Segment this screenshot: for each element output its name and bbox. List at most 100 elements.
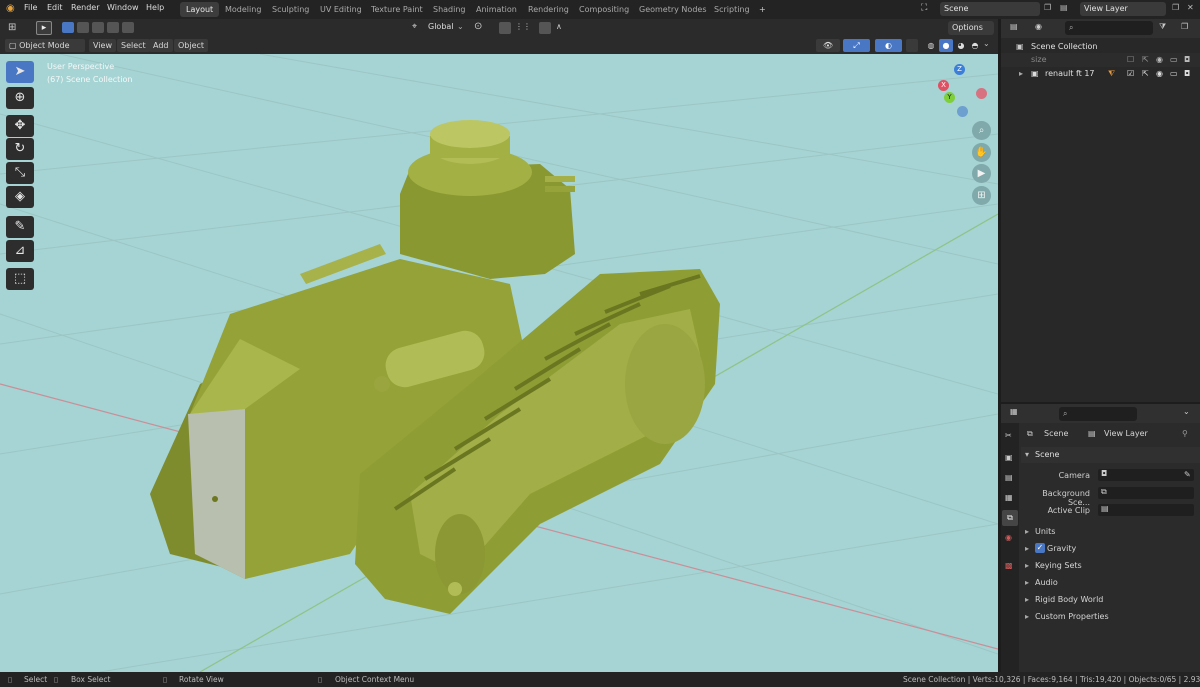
menu-object[interactable]: Object — [174, 39, 209, 52]
scene-selector[interactable]: Scene — [940, 2, 1040, 16]
active-clip-field[interactable]: ▤ — [1098, 504, 1194, 516]
snap-icon[interactable] — [499, 22, 511, 34]
gizmo-toggle-icon[interactable]: ⤢ — [843, 39, 870, 52]
outliner-search-input[interactable]: ⌕ — [1065, 21, 1153, 35]
filter-icon[interactable]: ⧩ — [1159, 22, 1166, 32]
scene-panel-header[interactable]: ▾ Scene — [1021, 447, 1200, 463]
editor-type-icon[interactable]: ⊞ — [8, 22, 16, 33]
blender-logo-icon[interactable]: ◉ — [6, 3, 15, 14]
gizmo-neg-x-axis[interactable] — [976, 88, 987, 99]
tab-rendering[interactable]: Rendering — [522, 2, 575, 17]
add-workspace-button[interactable]: + — [753, 2, 772, 17]
mode-set-icon[interactable] — [62, 22, 74, 33]
camera-field[interactable]: ◘ — [1098, 469, 1194, 481]
mode-invert-icon[interactable] — [107, 22, 119, 33]
menu-add[interactable]: Add — [149, 39, 173, 52]
view-layer-selector[interactable]: View Layer — [1080, 2, 1166, 16]
select-arrow-icon[interactable]: ⇱ — [1142, 67, 1149, 81]
remove-layer-icon[interactable]: ✕ — [1187, 3, 1194, 12]
outliner-row-size[interactable]: size ☐ ⇱ ◉ ▭ ◘ — [1001, 53, 1200, 67]
eyedropper-icon[interactable]: ✎ — [1184, 470, 1191, 479]
tab-layout[interactable]: Layout — [180, 2, 220, 17]
new-collection-icon[interactable]: ❐ — [1181, 22, 1188, 31]
scene-tab-icon[interactable]: ⧉ — [1002, 510, 1018, 526]
monitor-icon[interactable]: ▭ — [1170, 67, 1178, 81]
world-tab-icon[interactable]: ◉ — [1005, 533, 1012, 542]
shading-options-icon[interactable]: ⌄ — [983, 39, 990, 48]
mode-extend-icon[interactable] — [77, 22, 89, 33]
menu-edit[interactable]: Edit — [47, 3, 63, 12]
display-mode-icon[interactable]: ◉ — [1035, 22, 1042, 31]
perspective-toggle-icon[interactable]: ⊞ — [972, 186, 991, 205]
camera-icon[interactable]: ◘ — [1184, 67, 1190, 81]
3d-viewport[interactable]: User Perspective (67) Scene Collection ➤… — [0, 54, 998, 672]
tab-scripting[interactable]: Scripting — [708, 2, 756, 17]
eye-icon[interactable]: ◉ — [1156, 67, 1163, 81]
tab-uv-editing[interactable]: UV Editing — [314, 2, 368, 17]
material-shading-icon[interactable]: ◕ — [954, 39, 968, 52]
expand-icon[interactable]: ▸ — [1019, 67, 1023, 81]
camera-view-icon[interactable]: ▶ — [972, 164, 991, 183]
proportional-edit-icon[interactable] — [539, 22, 551, 34]
object-mode-selector[interactable]: ▢ Object Mode — [5, 39, 85, 52]
keying-sets-section[interactable]: ▸ Keying Sets — [1021, 558, 1200, 573]
outliner-row-scene-collection[interactable]: ▣ Scene Collection — [1001, 40, 1200, 54]
audio-section[interactable]: ▸ Audio — [1021, 575, 1200, 590]
gizmo-z-axis[interactable]: Z — [954, 64, 965, 75]
tab-animation[interactable]: Animation — [470, 2, 523, 17]
overlay-toggle-icon[interactable]: ◐ — [875, 39, 902, 52]
units-section[interactable]: ▸ Units — [1021, 524, 1200, 539]
rigid-body-world-section[interactable]: ▸ Rigid Body World — [1021, 592, 1200, 607]
move-tool-icon[interactable]: ✥ — [6, 115, 34, 137]
measure-tool-icon[interactable]: ⊿ — [6, 240, 34, 262]
render-tab-icon[interactable]: ▣ — [1005, 453, 1013, 462]
checkbox-icon[interactable]: ☑ — [1127, 67, 1134, 81]
custom-properties-section[interactable]: ▸ Custom Properties — [1021, 609, 1200, 624]
xray-toggle-icon[interactable] — [906, 39, 918, 52]
menu-window[interactable]: Window — [107, 3, 139, 12]
tank-model[interactable] — [150, 120, 720, 614]
tab-shading[interactable]: Shading — [427, 2, 472, 17]
mode-subtract-icon[interactable] — [92, 22, 104, 33]
cursor-tool-icon[interactable]: ⊕ — [6, 87, 34, 109]
rotate-tool-icon[interactable]: ↻ — [6, 138, 34, 160]
outliner-editor-icon[interactable]: ▤ — [1010, 22, 1018, 31]
scene-icon[interactable]: ⛶ — [921, 3, 927, 13]
menu-help[interactable]: Help — [146, 3, 164, 12]
copy-layer-icon[interactable]: ❐ — [1172, 3, 1179, 12]
wireframe-shading-icon[interactable]: ◍ — [924, 39, 938, 52]
select-arrow-icon[interactable]: ⇱ — [1142, 53, 1149, 67]
tool-tab-icon[interactable]: ✂ — [1005, 431, 1012, 440]
select-tool-icon[interactable]: ▸ — [36, 21, 52, 35]
gravity-checkbox[interactable]: ✓ — [1035, 543, 1045, 553]
orientation-selector[interactable]: Global — [428, 22, 454, 31]
zoom-icon[interactable]: ⌕ — [972, 121, 991, 140]
menu-file[interactable]: File — [24, 3, 37, 12]
gizmo-neg-z-axis[interactable] — [957, 106, 968, 117]
visibility-icon[interactable]: 👁 — [816, 39, 840, 52]
pan-hand-icon[interactable]: ✋ — [972, 143, 991, 162]
rendered-shading-icon[interactable]: ◓ — [968, 39, 982, 52]
output-tab-icon[interactable]: ▤ — [1005, 473, 1013, 482]
pivot-point-icon[interactable]: ⊙ — [474, 21, 482, 32]
menu-view[interactable]: View — [89, 39, 116, 52]
solid-shading-icon[interactable]: ● — [939, 39, 953, 52]
gravity-section[interactable]: ▸ ✓ Gravity — [1021, 541, 1200, 556]
view-layer-icon[interactable]: ▤ — [1060, 3, 1068, 12]
tab-modeling[interactable]: Modeling — [219, 2, 267, 17]
add-cube-tool-icon[interactable]: ⬚ — [6, 268, 34, 290]
snap-target-icon[interactable]: ⋮⋮ — [515, 22, 531, 31]
mode-intersect-icon[interactable] — [122, 22, 134, 33]
background-scene-field[interactable]: ⧉ — [1098, 487, 1194, 499]
camera-icon[interactable]: ◘ — [1184, 53, 1190, 67]
transform-tool-icon[interactable]: ◈ — [6, 186, 34, 208]
menu-select[interactable]: Select — [117, 39, 150, 52]
options-button[interactable]: Options — [948, 21, 994, 35]
properties-editor-icon[interactable]: ▦ — [1010, 407, 1018, 416]
navigation-gizmo[interactable]: Z X Y — [935, 62, 991, 118]
monitor-icon[interactable]: ▭ — [1170, 53, 1178, 67]
texture-tab-icon[interactable]: ▩ — [1005, 561, 1013, 570]
eye-icon[interactable]: ◉ — [1156, 53, 1163, 67]
chevron-down-icon[interactable]: ⌄ — [1183, 407, 1190, 416]
gizmo-y-axis[interactable]: Y — [944, 92, 955, 103]
